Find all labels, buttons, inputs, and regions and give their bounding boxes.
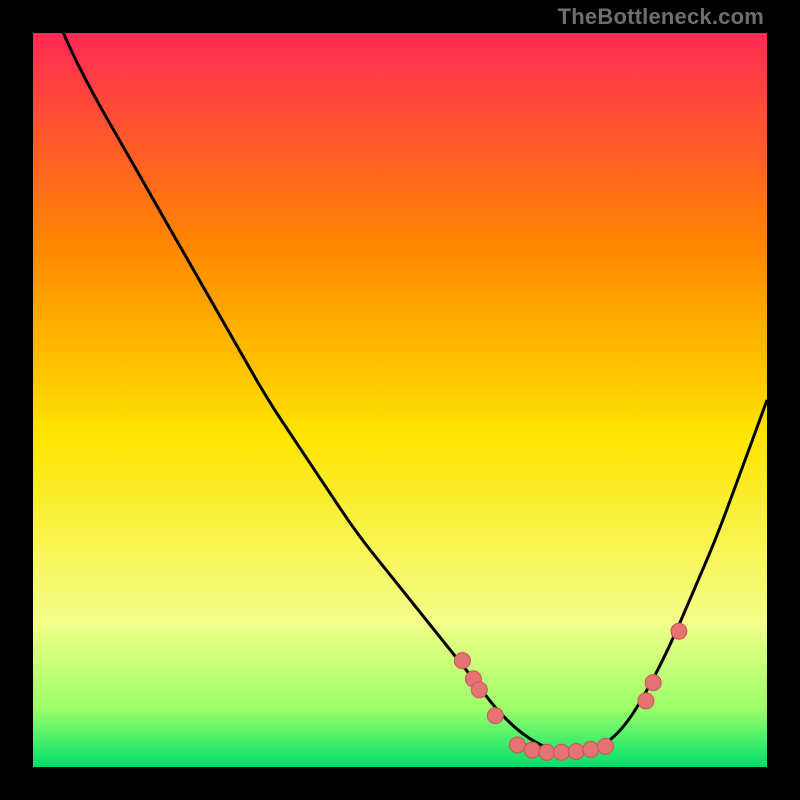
data-marker [554, 744, 570, 760]
data-marker [487, 708, 503, 724]
bottleneck-curve [33, 33, 767, 752]
data-marker [671, 623, 687, 639]
data-marker [471, 682, 487, 698]
data-marker [598, 738, 614, 754]
data-marker [645, 675, 661, 691]
plot-area [33, 33, 767, 767]
data-marker [509, 737, 525, 753]
watermark-text: TheBottleneck.com [558, 6, 764, 28]
marker-group [454, 623, 687, 760]
chart-stage: TheBottleneck.com [0, 0, 800, 800]
data-marker [539, 744, 555, 760]
data-marker [524, 742, 540, 758]
data-marker [454, 653, 470, 669]
data-marker [638, 693, 654, 709]
curve-layer [33, 33, 767, 767]
data-marker [583, 741, 599, 757]
data-marker [568, 744, 584, 760]
